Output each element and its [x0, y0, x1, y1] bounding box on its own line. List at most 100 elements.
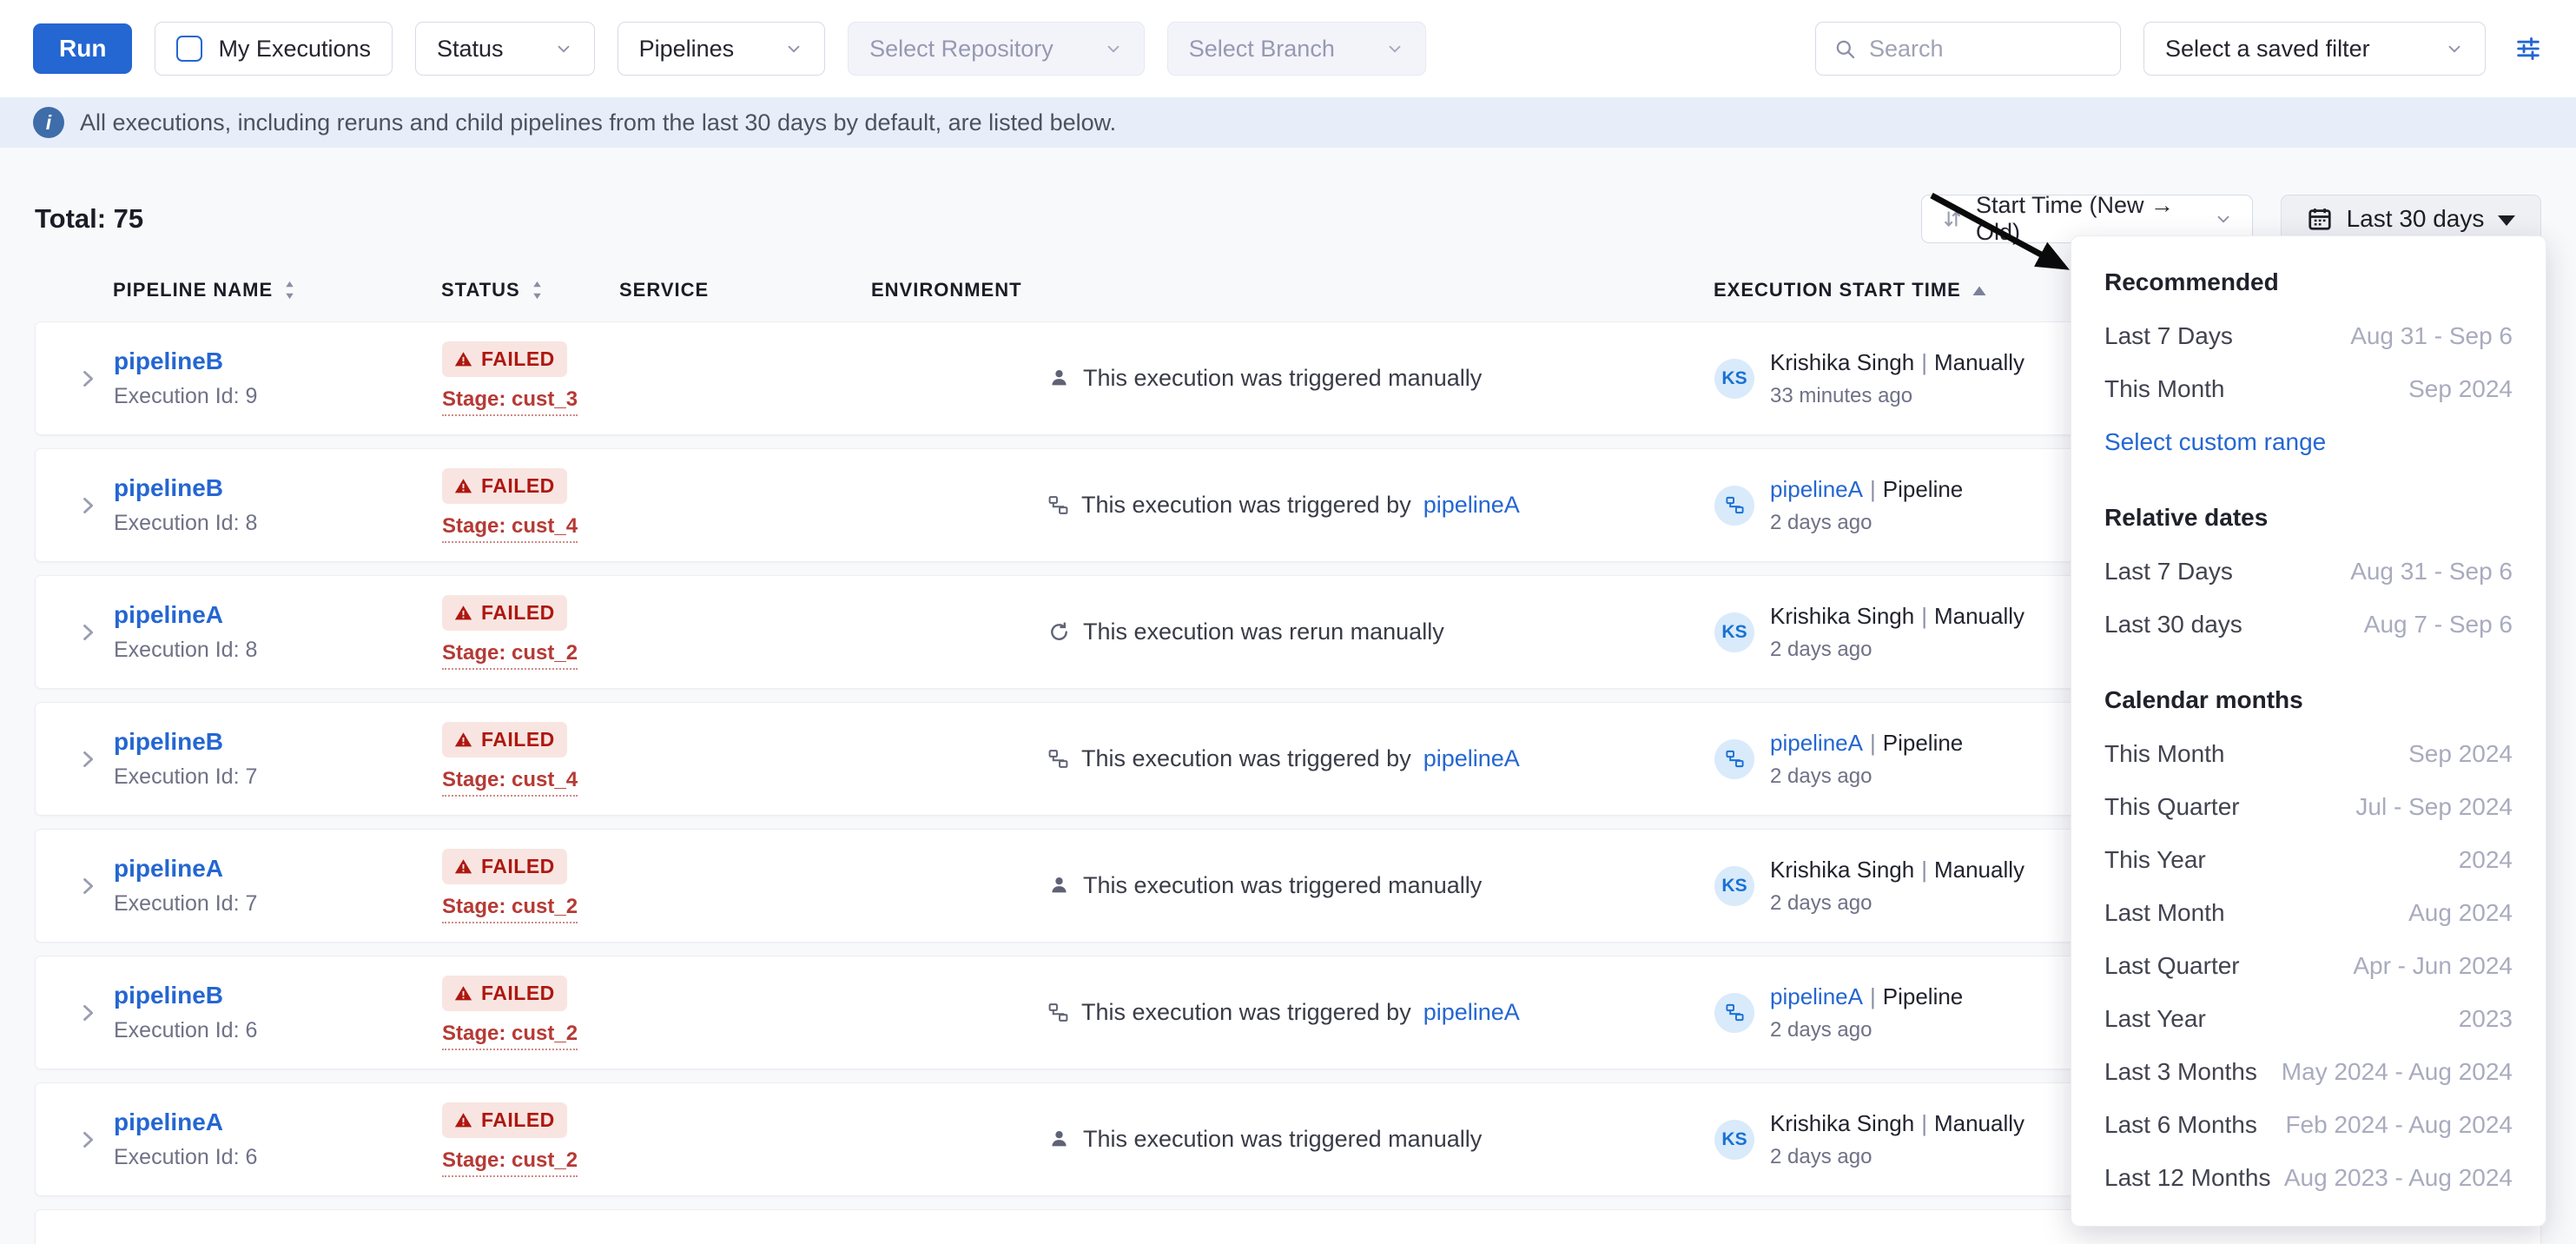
failed-stage-link[interactable]: Stage: cust_4: [442, 768, 578, 797]
date-range-menu: Recommended Last 7 Days Aug 31 - Sep 6 T…: [2071, 235, 2546, 1227]
column-status[interactable]: STATUS: [408, 279, 586, 301]
starter-pipeline-link[interactable]: pipelineA: [1770, 476, 1863, 502]
date-option-range: Sep 2024: [2408, 740, 2513, 768]
date-option-range: Feb 2024 - Aug 2024: [2285, 1111, 2513, 1139]
user-icon: [1047, 874, 1071, 897]
trigger-pipeline-link[interactable]: pipelineA: [1423, 745, 1520, 772]
expand-row-button[interactable]: [62, 1001, 114, 1025]
time-ago: 2 days ago: [1770, 891, 2024, 916]
chevron-right-icon: [76, 1001, 100, 1025]
calendar-icon: [2307, 206, 2333, 232]
date-option-this-quarter[interactable]: This Quarter Jul - Sep 2024: [2104, 780, 2513, 833]
filter-settings-button[interactable]: [2513, 34, 2543, 63]
trigger-text: This execution was triggered manually: [1083, 365, 1482, 392]
chevron-right-icon: [76, 874, 100, 898]
search-box[interactable]: [1815, 22, 2121, 76]
search-input[interactable]: [1869, 36, 2103, 63]
expand-row-button[interactable]: [62, 1128, 114, 1152]
warning-icon: [454, 1111, 472, 1129]
date-option-range: 2023: [2459, 1005, 2513, 1033]
select-repository-label: Select Repository: [869, 36, 1054, 63]
execution-id: Execution Id: 7: [114, 764, 257, 789]
warning-icon: [454, 984, 472, 1002]
select-branch-dropdown[interactable]: Select Branch: [1167, 22, 1426, 76]
date-menu-section-header: Calendar months: [2104, 673, 2513, 727]
date-option-range: May 2024 - Aug 2024: [2282, 1058, 2513, 1086]
warning-icon: [454, 857, 472, 876]
expand-row-button[interactable]: [62, 367, 114, 391]
date-option-this-month[interactable]: This Month Sep 2024: [2104, 362, 2513, 415]
starter-role: Manually: [1934, 1110, 2024, 1136]
sort-updown-icon: [531, 280, 544, 301]
date-option-last-quarter[interactable]: Last Quarter Apr - Jun 2024: [2104, 939, 2513, 992]
execution-id: Execution Id: 6: [114, 1018, 257, 1042]
failed-stage-link[interactable]: Stage: cust_2: [442, 641, 578, 670]
saved-filter-label: Select a saved filter: [2165, 36, 2370, 63]
column-pipeline-name[interactable]: PIPELINE NAME: [113, 279, 408, 301]
avatar: KS: [1714, 1120, 1754, 1160]
run-button[interactable]: Run: [33, 23, 132, 74]
status-filter-dropdown[interactable]: Status: [415, 22, 595, 76]
select-repository-dropdown[interactable]: Select Repository: [848, 22, 1145, 76]
chevron-right-icon: [76, 620, 100, 645]
date-option-last-12-months[interactable]: Last 12 Months Aug 2023 - Aug 2024: [2104, 1151, 2513, 1204]
failed-stage-link[interactable]: Stage: cust_4: [442, 514, 578, 543]
expand-row-button[interactable]: [62, 493, 114, 518]
my-executions-checkbox[interactable]: [176, 36, 202, 62]
expand-row-button[interactable]: [62, 747, 114, 771]
avatar: KS: [1714, 866, 1754, 906]
pipeline-name-link[interactable]: pipelineB: [114, 474, 409, 502]
info-banner: i All executions, including reruns and c…: [0, 97, 2576, 148]
date-option-range: Sep 2024: [2408, 375, 2513, 403]
expand-row-button[interactable]: [62, 874, 114, 898]
trigger-pipeline-link[interactable]: pipelineA: [1423, 492, 1520, 519]
date-option-last-6-months[interactable]: Last 6 Months Feb 2024 - Aug 2024: [2104, 1098, 2513, 1151]
my-executions-toggle[interactable]: My Executions: [155, 22, 393, 76]
date-menu-section-header: Recommended: [2104, 255, 2513, 309]
trigger-cell: This execution was triggered manually: [1047, 1126, 1664, 1153]
date-option-last-year[interactable]: Last Year 2023: [2104, 992, 2513, 1045]
trigger-text: This execution was triggered manually: [1083, 1126, 1482, 1153]
date-option-last-7-days[interactable]: Last 7 Days Aug 31 - Sep 6: [2104, 545, 2513, 598]
pipeline-name-link[interactable]: pipelineA: [114, 855, 409, 883]
date-option-this-month[interactable]: This Month Sep 2024: [2104, 727, 2513, 780]
failed-stage-link[interactable]: Stage: cust_2: [442, 1148, 578, 1177]
trigger-cell: This execution was triggered manually: [1047, 872, 1664, 899]
expand-row-button[interactable]: [62, 620, 114, 645]
failed-stage-link[interactable]: Stage: cust_3: [442, 387, 578, 416]
date-option-last-month[interactable]: Last Month Aug 2024: [2104, 886, 2513, 939]
date-option-range: Aug 2024: [2408, 899, 2513, 927]
trigger-text: This execution was triggered by: [1081, 745, 1411, 772]
trigger-pipeline-link[interactable]: pipelineA: [1423, 999, 1520, 1026]
pipeline-name-link[interactable]: pipelineB: [114, 347, 409, 375]
pipeline-icon: [1725, 495, 1745, 515]
pipeline-name-link[interactable]: pipelineB: [114, 982, 409, 1009]
trigger-cell: This execution was rerun manually: [1047, 619, 1664, 645]
time-ago: 2 days ago: [1770, 511, 1963, 535]
date-option-this-year[interactable]: This Year 2024: [2104, 833, 2513, 886]
pipeline-name-link[interactable]: pipelineA: [114, 601, 409, 629]
warning-icon: [454, 350, 472, 368]
date-option-last-30-days[interactable]: Last 30 days Aug 7 - Sep 6: [2104, 598, 2513, 651]
time-ago: 2 days ago: [1770, 764, 1963, 789]
pipelines-filter-dropdown[interactable]: Pipelines: [618, 22, 826, 76]
date-option-last-3-months[interactable]: Last 3 Months May 2024 - Aug 2024: [2104, 1045, 2513, 1098]
starter-pipeline-link[interactable]: pipelineA: [1770, 983, 1863, 1009]
avatar: KS: [1714, 612, 1754, 652]
starter-pipeline-link[interactable]: pipelineA: [1770, 730, 1863, 756]
date-option-last-7-days[interactable]: Last 7 Days Aug 31 - Sep 6: [2104, 309, 2513, 362]
saved-filter-dropdown[interactable]: Select a saved filter: [2143, 22, 2486, 76]
time-ago: 2 days ago: [1770, 638, 2024, 662]
pipeline-name-link[interactable]: pipelineB: [114, 728, 409, 756]
avatar: [1714, 993, 1754, 1033]
chevron-right-icon: [76, 493, 100, 518]
pipeline-name-link[interactable]: pipelineA: [114, 1108, 409, 1136]
failed-stage-link[interactable]: Stage: cust_2: [442, 895, 578, 923]
failed-stage-link[interactable]: Stage: cust_2: [442, 1022, 578, 1050]
chevron-down-icon: [784, 39, 803, 58]
total-count: Total: 75: [35, 203, 143, 235]
date-option-select-custom-range[interactable]: Select custom range: [2104, 415, 2513, 468]
warning-icon: [454, 604, 472, 622]
avatar: [1714, 739, 1754, 779]
caret-down-icon: [2498, 215, 2515, 226]
